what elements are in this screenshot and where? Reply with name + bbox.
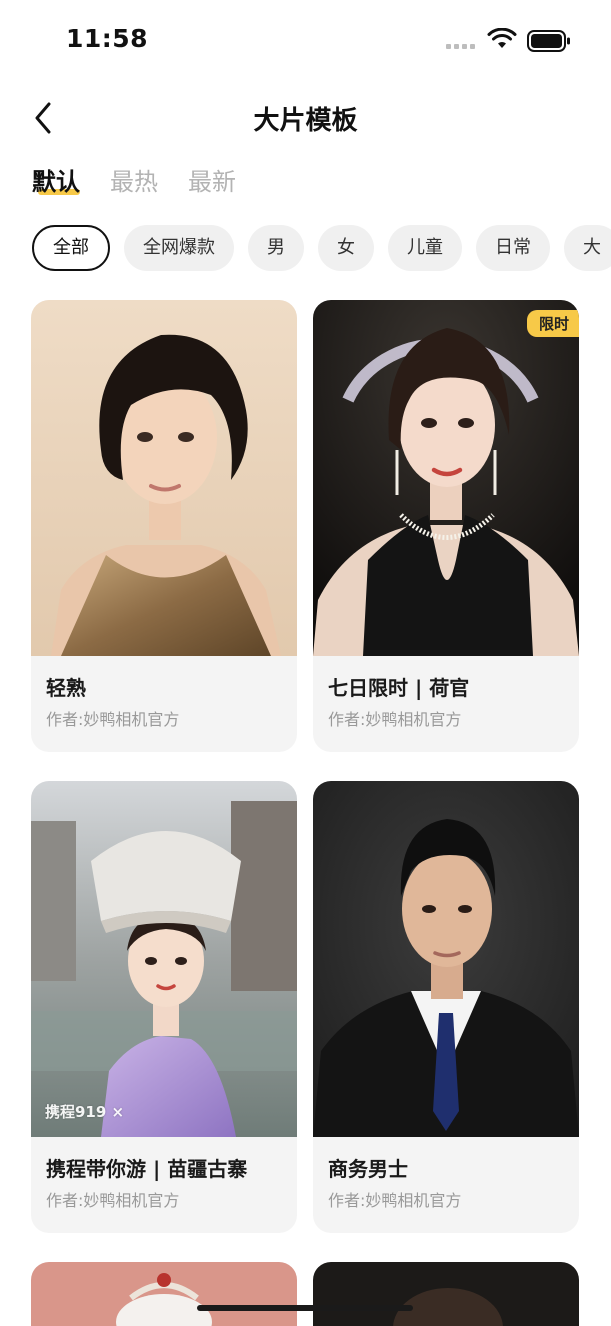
chip-male[interactable]: 男 bbox=[248, 225, 304, 271]
template-title: 商务男士 bbox=[328, 1157, 408, 1181]
chip-daily[interactable]: 日常 bbox=[476, 225, 550, 271]
chip-all[interactable]: 全部 bbox=[32, 225, 110, 271]
template-card[interactable] bbox=[31, 1262, 297, 1326]
template-card[interactable]: 限时 七日限时 | 荷官 作者:妙鸭相机官方 bbox=[313, 300, 579, 752]
template-thumbnail bbox=[31, 300, 297, 656]
page-title: 大片模板 bbox=[253, 106, 358, 136]
chip-more[interactable]: 大 bbox=[564, 225, 611, 271]
sort-tabs: 默认 最热 最新 bbox=[32, 162, 236, 197]
template-author: 作者:妙鸭相机官方 bbox=[328, 1191, 462, 1210]
tab-default[interactable]: 默认 bbox=[32, 162, 80, 197]
tab-newest[interactable]: 最新 bbox=[188, 162, 236, 197]
partner-watermark: 携程919 × bbox=[45, 1103, 125, 1121]
limited-badge: 限时 bbox=[526, 310, 579, 337]
template-card[interactable]: 携程919 × 携程带你游 | 苗疆古寨 作者:妙鸭相机官方 bbox=[31, 781, 297, 1233]
status-time: 11:58 bbox=[66, 24, 149, 53]
template-author: 作者:妙鸭相机官方 bbox=[46, 710, 180, 729]
template-title: 轻熟 bbox=[46, 676, 86, 700]
cellular-signal-icon bbox=[446, 44, 475, 49]
chip-children[interactable]: 儿童 bbox=[388, 225, 462, 271]
template-card[interactable]: 商务男士 作者:妙鸭相机官方 bbox=[313, 781, 579, 1233]
template-card[interactable]: 轻熟 作者:妙鸭相机官方 bbox=[31, 300, 297, 752]
template-thumbnail bbox=[31, 781, 297, 1137]
template-thumbnail bbox=[31, 1262, 297, 1326]
template-title: 七日限时 | 荷官 bbox=[328, 676, 470, 700]
wifi-icon bbox=[487, 28, 517, 48]
category-filter: 全部 全网爆款 男 女 儿童 日常 大 bbox=[32, 225, 611, 271]
status-bar: 11:58 bbox=[0, 0, 611, 80]
battery-icon bbox=[527, 30, 570, 52]
template-card[interactable] bbox=[313, 1262, 579, 1326]
template-thumbnail bbox=[313, 1262, 579, 1326]
tab-hottest[interactable]: 最热 bbox=[110, 162, 158, 197]
chip-female[interactable]: 女 bbox=[318, 225, 374, 271]
template-thumbnail bbox=[313, 781, 579, 1137]
chip-viral[interactable]: 全网爆款 bbox=[124, 225, 234, 271]
home-indicator[interactable] bbox=[197, 1305, 413, 1311]
template-thumbnail bbox=[313, 300, 579, 656]
template-author: 作者:妙鸭相机官方 bbox=[328, 710, 462, 729]
template-title: 携程带你游 | 苗疆古寨 bbox=[46, 1157, 248, 1181]
template-author: 作者:妙鸭相机官方 bbox=[46, 1191, 180, 1210]
